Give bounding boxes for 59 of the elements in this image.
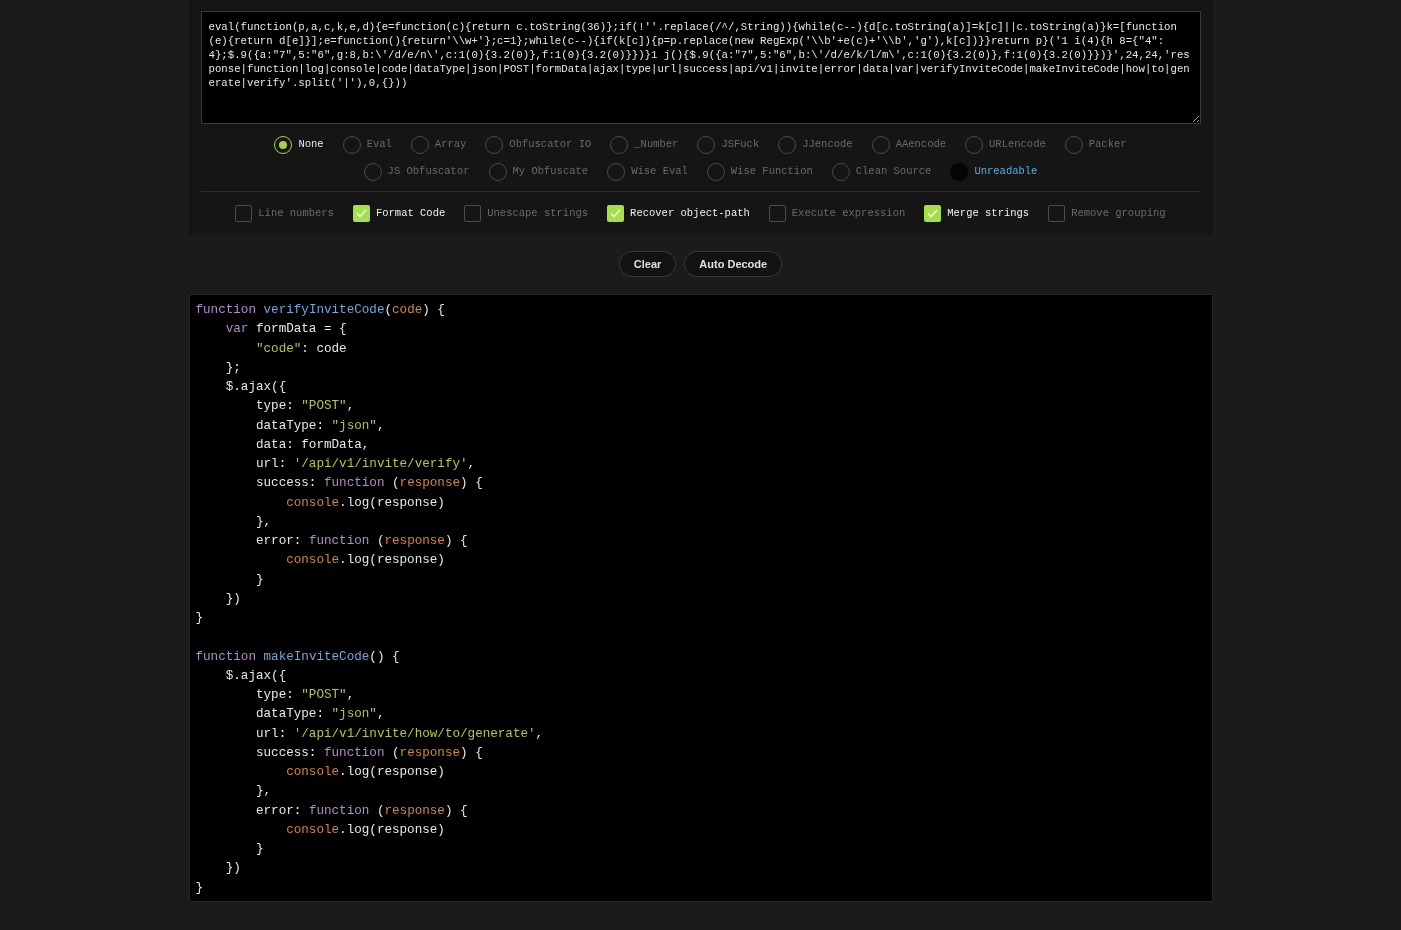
radio-option[interactable]: JS Obfuscator [363, 163, 470, 181]
code-line: }, [254, 783, 272, 801]
code-line: } [195, 610, 204, 627]
check-icon [355, 209, 367, 218]
radio-option[interactable]: URLencode [965, 136, 1046, 154]
radio-option[interactable]: Unreadable [950, 163, 1038, 181]
code-line: }, [254, 513, 272, 531]
checkbox-option[interactable]: Recover object-path [607, 205, 750, 222]
code-line: type: "POST", [254, 687, 355, 704]
code-line: }; [224, 359, 241, 377]
code-line: console.log(response) [285, 552, 445, 570]
checkbox-option[interactable]: Remove grouping [1048, 205, 1166, 222]
radio-option[interactable]: Wise Function [706, 163, 813, 181]
code-line: dataType: "json", [254, 706, 385, 724]
code-line: }) [224, 860, 241, 878]
radio-option[interactable]: Clean Source [831, 163, 932, 181]
code-line: } [195, 879, 204, 897]
check-icon [927, 209, 939, 218]
radio-option[interactable]: _Number [610, 136, 679, 154]
input-field[interactable]: eval(function(p,a,c,k,e,d){e=function(c){return c.toString(36)};if(!''.replace(/^/,String)){while(c--){d[c.toString(a)]=k[c]||c.toString(a)}k=[function(e){return d[e]}];e=function(){return'\\w+'};c=1};while(c--){if(k[c]){p=p.replace(new RegExp('\\b'+e(c)+'\\b','g'),k[c])}}return p}('1 i(4){h 8={"4":4};$.9({a:"7",5:"6",g:8,b:\'/d/e/n\',c:1(0){3.2(0)},f:1(0){3.2(0)}})}1 j(){$.9({a:"7",5:"6",b:\'/d/e/k/l/m\',c:1(0){3.2(0)},f:1(0){3.2(0)}})}',24,24,'response|function|log|console|code|dataType|json|POST|formData|ajax|type|url|success|api/v1|invite|error|data|var|verifyInviteCode|makeInviteCode|how|to|generate|verify'.split('|'),0,{})) [200, 11, 1201, 124]
radio-option[interactable]: Obfuscator IO [485, 136, 592, 154]
code-line: function makeInviteCode() { [195, 648, 400, 666]
decode-button[interactable]: Auto Decode [684, 251, 783, 277]
radio-option[interactable]: Packer [1064, 136, 1127, 154]
code-line: url: '/api/v1/invite/how/to/generate', [254, 725, 544, 743]
radio-option[interactable]: JJencode [778, 136, 853, 154]
radio-option[interactable]: None [274, 136, 324, 154]
radio-option[interactable]: JSFuck [697, 136, 760, 154]
radio-option[interactable]: AAencode [871, 136, 947, 154]
code-line: error: function (response) { [254, 802, 468, 820]
code-line: console.log(response) [285, 821, 445, 839]
checkbox-option[interactable]: Execute expression [768, 205, 906, 222]
code-line: console.log(response) [285, 494, 445, 512]
code-line: function verifyInviteCode(code) { [195, 302, 445, 319]
clear-button[interactable]: Clear [618, 251, 677, 277]
code-line: } [254, 571, 264, 589]
code-line: $.ajax({ [224, 667, 287, 685]
code-line: success: function (response) { [254, 744, 483, 762]
code-line: var formData = { [224, 321, 347, 339]
code-line: error: function (response) { [254, 533, 468, 550]
radio-option[interactable]: My Obfuscate [488, 163, 589, 181]
checkbox-option[interactable]: Format Code [352, 205, 446, 222]
code-line: type: "POST", [254, 398, 355, 416]
checkbox-option[interactable]: Unescape strings [464, 205, 589, 222]
code-line: data: formData, [254, 436, 370, 454]
code-line: $.ajax({ [224, 379, 287, 396]
code-line: url: '/api/v1/invite/verify', [254, 456, 476, 473]
checkbox-option[interactable]: Merge strings [924, 205, 1030, 222]
checkbox-option[interactable]: Line numbers [235, 205, 334, 222]
code-line: } [254, 841, 264, 858]
check-icon [610, 209, 622, 218]
code-line: success: function (response) { [254, 475, 483, 493]
code-line: "code": code [254, 340, 347, 358]
code-line: }) [224, 590, 241, 608]
radio-option[interactable]: Array [410, 136, 467, 154]
code-line: console.log(response) [285, 764, 445, 781]
radio-option[interactable]: Wise Eval [607, 163, 688, 181]
radio-option[interactable]: Eval [342, 136, 392, 154]
code-line: dataType: "json", [254, 417, 385, 435]
